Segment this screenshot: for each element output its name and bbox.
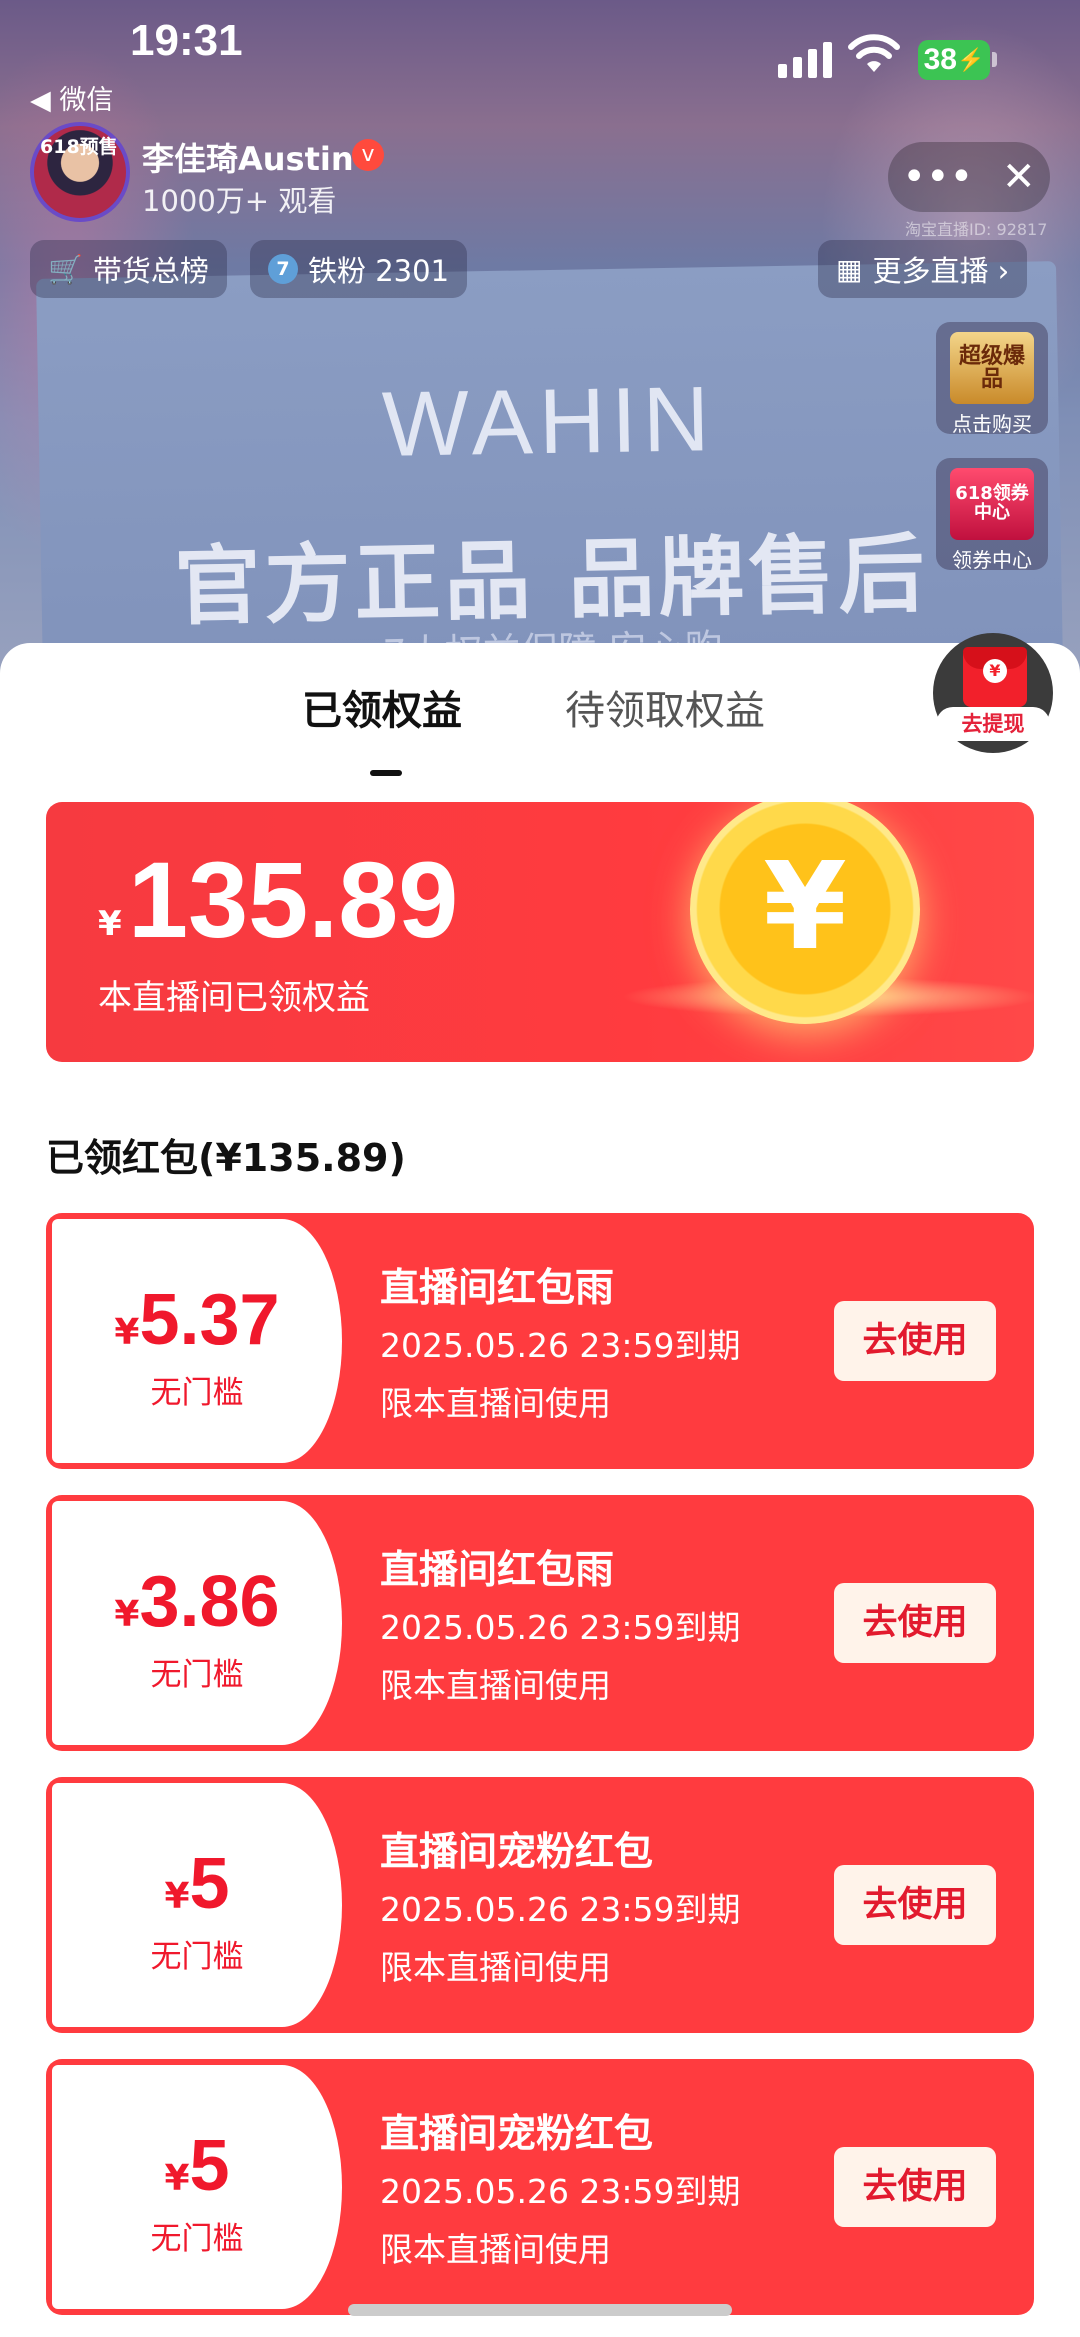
currency-symbol: ¥	[98, 904, 122, 944]
coupon-scope: 限本直播间使用	[380, 2230, 611, 2269]
coupon-condition: 无门槛	[150, 2221, 244, 2257]
coupon-expiry: 2025.05.26 23:59到期	[380, 2172, 741, 2211]
coupon-scope: 限本直播间使用	[380, 1384, 611, 1423]
fans-label: 铁粉 2301	[308, 254, 450, 288]
total-amount: 135.89	[128, 839, 459, 960]
total-label: 本直播间已领权益	[98, 978, 370, 1018]
close-icon[interactable]: ✕	[1002, 154, 1036, 200]
coupon-expiry: 2025.05.26 23:59到期	[380, 1890, 741, 1929]
avatar-tag: 618预售	[40, 136, 118, 158]
coupon-value: ¥5	[52, 2125, 342, 2207]
coin-yen-symbol: ¥	[763, 838, 847, 977]
coupon-condition: 无门槛	[150, 1375, 244, 1411]
more-live-button[interactable]: ▦ 更多直播 ›	[818, 240, 1028, 298]
live-stream-video[interactable]: WAHIN 官方正品 品牌售后 7大权益保障 安心购	[0, 0, 1080, 700]
coupon-scope: 限本直播间使用	[380, 1666, 611, 1705]
use-coupon-button[interactable]: 去使用	[834, 1301, 996, 1381]
fan-level-badge: 7	[268, 254, 298, 284]
coupon-currency: ¥	[114, 1594, 140, 1635]
sales-rank-label: 带货总榜	[92, 254, 209, 288]
super-deal-label: 点击购买	[952, 412, 1032, 436]
more-live-label: 更多直播 ›	[872, 254, 1010, 288]
coupon-title: 直播间红包雨	[380, 1266, 615, 1311]
coupon-value: ¥5.37	[52, 1279, 342, 1361]
coupon-expiry: 2025.05.26 23:59到期	[380, 1326, 741, 1365]
coupon-card: ¥5 无门槛 直播间宠粉红包 2025.05.26 23:59到期 限本直播间使…	[46, 2059, 1034, 2315]
fans-button[interactable]: 7 铁粉 2301	[250, 240, 468, 298]
coupon-currency: ¥	[164, 1876, 190, 1917]
cart-icon: 🛒	[48, 252, 83, 286]
battery-tip	[992, 52, 997, 67]
coupon-scope: 限本直播间使用	[380, 1948, 611, 1987]
coupon-condition: 无门槛	[150, 1939, 244, 1975]
tab-claimed-benefits[interactable]: 已领权益	[302, 678, 462, 736]
super-deal-card[interactable]: 超级爆品 点击购买	[936, 322, 1048, 436]
coupon-amount: 5	[189, 1844, 230, 1924]
capsule-menu: ••• ✕	[888, 142, 1050, 212]
streamer-avatar[interactable]: 618预售	[30, 122, 130, 222]
brand-logo-text: WAHIN	[381, 368, 717, 476]
coupon-expiry: 2025.05.26 23:59到期	[380, 1608, 741, 1647]
coupon-value-panel: ¥5.37 无门槛	[52, 1219, 342, 1463]
coupon-amount: 3.86	[139, 1562, 280, 1642]
coupon-value-panel: ¥3.86 无门槛	[52, 1501, 342, 1745]
coupon-title: 直播间宠粉红包	[380, 1830, 654, 1875]
battery-level: 38	[923, 43, 957, 76]
coupon-amount: 5	[189, 2126, 230, 2206]
coupon-value-panel: ¥5 无门槛	[52, 1783, 342, 2027]
wifi-icon	[848, 34, 900, 72]
streamer-name[interactable]: 李佳琦Austin	[142, 134, 354, 180]
coupon-title: 直播间宠粉红包	[380, 2112, 654, 2157]
red-envelope-icon: ¥	[963, 647, 1027, 707]
status-time: 19:31	[130, 16, 243, 65]
use-coupon-button[interactable]: 去使用	[834, 1865, 996, 1945]
gold-coin-icon: ¥	[690, 802, 920, 1024]
coupon-center-label: 领券中心	[952, 548, 1032, 572]
coupon-currency: ¥	[114, 1312, 140, 1353]
back-to-wechat-link[interactable]: ◀ 微信	[30, 78, 113, 117]
sales-rank-button[interactable]: 🛒 带货总榜	[30, 240, 227, 298]
use-coupon-button[interactable]: 去使用	[834, 2147, 996, 2227]
status-bar: 19:31 ◀ 微信 38 ⚡	[0, 0, 1080, 116]
coupon-amount: 5.37	[139, 1280, 280, 1360]
home-indicator[interactable]	[348, 2304, 732, 2316]
coupon-card: ¥5 无门槛 直播间宠粉红包 2025.05.26 23:59到期 限本直播间使…	[46, 1777, 1034, 2033]
withdraw-button[interactable]: ¥ 去提现	[933, 633, 1053, 753]
coupon-center-card[interactable]: 618领券中心 领券中心	[936, 458, 1048, 572]
super-deal-art: 超级爆品	[950, 332, 1034, 404]
verified-icon: v	[352, 139, 384, 171]
withdraw-label: 去提现	[936, 707, 1050, 741]
coupon-card: ¥3.86 无门槛 直播间红包雨 2025.05.26 23:59到期 限本直播…	[46, 1495, 1034, 1751]
tab-indicator	[370, 770, 402, 776]
benefits-sheet: 已领权益 待领取权益 ¥ 去提现 ¥ 135.89 本直播间已领权益 ¥ 已领红…	[0, 633, 1080, 2337]
coupon-currency: ¥	[164, 2158, 190, 2199]
coupon-value: ¥3.86	[52, 1561, 342, 1643]
use-coupon-button[interactable]: 去使用	[834, 1583, 996, 1663]
section-title-claimed-red-packets: 已领红包(¥135.89)	[46, 1136, 406, 1180]
more-icon[interactable]: •••	[902, 154, 973, 200]
battery-icon: 38 ⚡	[918, 40, 990, 80]
coupon-center-art: 618领券中心	[950, 468, 1034, 540]
product-board: WAHIN 官方正品 品牌售后 7大权益保障 安心购	[36, 261, 1064, 700]
coupon-condition: 无门槛	[150, 1657, 244, 1693]
coupon-value-panel: ¥5 无门槛	[52, 2065, 342, 2309]
coupon-card: ¥5.37 无门槛 直播间红包雨 2025.05.26 23:59到期 限本直播…	[46, 1213, 1034, 1469]
coupon-title: 直播间红包雨	[380, 1548, 615, 1593]
tab-pending-benefits[interactable]: 待领取权益	[565, 678, 765, 736]
room-id: 淘宝直播ID: 92817	[905, 220, 1048, 239]
coupon-value: ¥5	[52, 1843, 342, 1925]
grid-icon: ▦	[836, 252, 863, 286]
viewer-count: 1000万+ 观看	[142, 184, 337, 218]
cellular-signal-icon	[778, 40, 832, 78]
yen-icon: ¥	[983, 659, 1007, 683]
benefit-tabs: 已领权益 待领取权益	[0, 678, 1080, 776]
total-benefit-card: ¥ 135.89 本直播间已领权益 ¥	[46, 802, 1034, 1062]
